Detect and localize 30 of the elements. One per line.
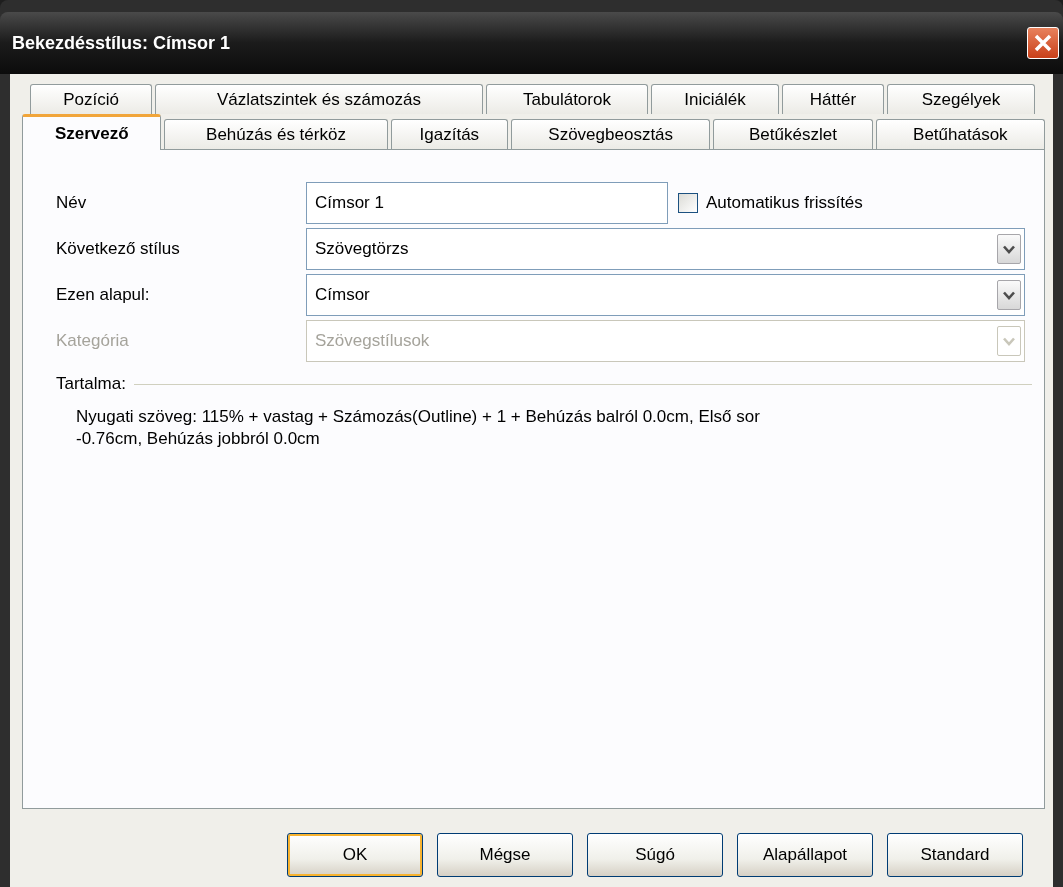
style-dropdown[interactable]: Címsor: [306, 274, 1025, 316]
field-label: Ezen alapul:: [55, 285, 151, 305]
tab[interactable]: Tabulátorok: [486, 84, 648, 114]
tab[interactable]: Vázlatszintek és számozás: [155, 84, 483, 114]
dialog-button[interactable]: Alapállapot: [737, 833, 873, 877]
tab[interactable]: Szövegbeosztás: [511, 119, 711, 149]
tab[interactable]: Szervező: [22, 114, 162, 150]
name-field[interactable]: Címsor 1: [306, 182, 668, 224]
tab[interactable]: Betűkészlet: [713, 119, 873, 149]
checkbox-label: Automatikus frissítés: [706, 193, 863, 213]
tab[interactable]: Behúzás és térköz: [164, 119, 388, 149]
tab[interactable]: Igazítás: [390, 119, 509, 149]
field-label: Kategória: [55, 331, 130, 351]
style-dropdown[interactable]: Szövegtörzs: [306, 228, 1025, 270]
field-label: Következő stílus: [55, 239, 181, 259]
dialog-button[interactable]: Súgó: [587, 833, 723, 877]
dialog-button[interactable]: Mégse: [437, 833, 573, 877]
style-description: Nyugati szöveg: 115% + vastag + Számozás(Outline) + 1 + Behúzás balról 0.0cm, Első sor -0.76cm, Behúzás jobbról 0.0cm: [76, 406, 761, 450]
window-title: Bekezdésstílus: Címsor 1: [12, 32, 231, 54]
tab[interactable]: Iniciálék: [651, 84, 779, 114]
dialog-button[interactable]: Standard: [887, 833, 1023, 877]
checkbox[interactable]: [678, 193, 698, 213]
field-label: Név: [55, 193, 88, 213]
close-icon[interactable]: [1027, 27, 1059, 59]
tab[interactable]: Betűhatások: [875, 119, 1045, 149]
group-heading: Tartalma:: [56, 374, 126, 394]
dialog-button[interactable]: OK: [287, 833, 423, 877]
tab[interactable]: Pozíció: [30, 84, 152, 114]
tab[interactable]: Szegélyek: [887, 84, 1035, 114]
tab[interactable]: Háttér: [782, 84, 884, 114]
